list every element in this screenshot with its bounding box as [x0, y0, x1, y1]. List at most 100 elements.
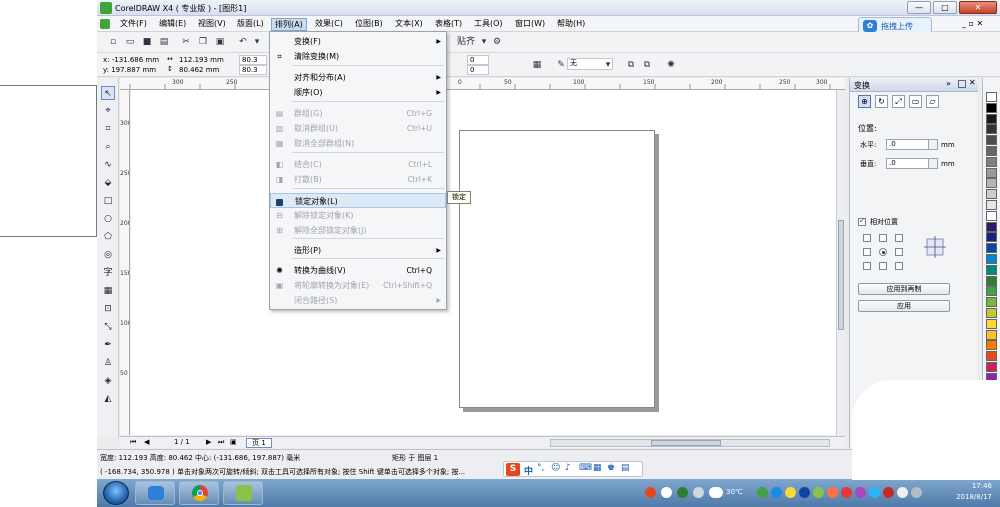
polygon-tool-icon[interactable]: ⬠	[101, 230, 115, 244]
scale-height-field[interactable]: 80.3	[239, 65, 267, 75]
vertical-input[interactable]: .0	[886, 158, 938, 169]
color-swatch[interactable]	[986, 351, 997, 362]
color-swatch[interactable]	[986, 297, 997, 308]
anchor-br[interactable]	[895, 262, 903, 270]
tray-app3-icon[interactable]	[785, 487, 796, 498]
cut-icon[interactable]: ✂	[180, 36, 192, 48]
anchor-mr[interactable]	[895, 248, 903, 256]
page-last-icon[interactable]: ⏭	[218, 438, 224, 447]
color-swatch[interactable]	[986, 189, 997, 200]
fill-tool-icon[interactable]: ◈	[101, 374, 115, 388]
sogou-logo[interactable]: S	[506, 463, 520, 476]
apply-button[interactable]: 应用	[858, 300, 950, 312]
docker-collapse-icon[interactable]: »	[946, 79, 951, 88]
color-swatch[interactable]	[986, 275, 997, 286]
keyboard-icon[interactable]: ⌨	[579, 463, 592, 473]
emoji-icon[interactable]: ☺	[551, 463, 560, 473]
page-first-icon[interactable]: ⏮	[130, 438, 136, 447]
print-icon[interactable]: ▤	[158, 36, 170, 48]
undo-dropdown-icon[interactable]: ▾	[251, 36, 263, 48]
corner-top-field[interactable]: 0	[467, 55, 489, 65]
weather-icon[interactable]	[709, 487, 723, 498]
color-swatch[interactable]	[986, 156, 997, 167]
punctuation-icon[interactable]: °,	[537, 463, 544, 473]
color-swatch[interactable]	[986, 178, 997, 189]
arrange-menu-item-9[interactable]: 锁定对象(L)	[270, 193, 446, 208]
color-swatch[interactable]	[986, 254, 997, 264]
anchor-tl[interactable]	[863, 234, 871, 242]
arrange-menu-item-2[interactable]: 对齐和分布(A) ▶	[270, 70, 446, 85]
scale-width-field[interactable]: 80.3	[239, 55, 267, 65]
menu-edit[interactable]: 编辑(E)	[156, 18, 189, 31]
save-icon[interactable]: ■	[141, 36, 153, 48]
anchor-ml[interactable]	[863, 248, 871, 256]
menu-layout[interactable]: 版面(L)	[234, 18, 267, 31]
rotate-mode-icon[interactable]: ↻	[875, 95, 888, 108]
color-swatch[interactable]	[986, 329, 997, 340]
menu-mdi-controls[interactable]: _ ▫ ✕	[959, 18, 986, 31]
y-position[interactable]: y: 197.887 mm	[103, 66, 156, 74]
anchor-bl[interactable]	[863, 262, 871, 270]
color-swatch[interactable]	[986, 167, 997, 178]
to-back-icon[interactable]: ⧉	[641, 59, 653, 71]
anchor-tc[interactable]	[879, 234, 887, 242]
menu-window[interactable]: 窗口(W)	[512, 18, 548, 31]
object-height[interactable]: 80.462 mm	[179, 66, 219, 74]
page-add-icon[interactable]: ▣	[230, 438, 237, 446]
size-mode-icon[interactable]: ▭	[909, 95, 922, 108]
object-width[interactable]: 112.193 mm	[179, 56, 224, 64]
drawing-canvas[interactable]	[131, 90, 836, 435]
basic-shapes-icon[interactable]: ◎	[101, 248, 115, 262]
color-swatch[interactable]	[986, 340, 997, 351]
tray-net-icon[interactable]	[693, 487, 704, 498]
undo-icon[interactable]: ↶	[237, 36, 249, 48]
table-tool-icon[interactable]: ▦	[101, 284, 115, 298]
interactive-fill-icon[interactable]: ◭	[101, 392, 115, 406]
skin-icon[interactable]: ♚	[607, 463, 615, 473]
outline-dropdown-icon[interactable]: ▾	[602, 59, 614, 71]
page-tab[interactable]: 页 1	[246, 438, 272, 448]
horizontal-scroll-thumb[interactable]	[651, 440, 721, 446]
x-position[interactable]: x: -131.686 mm	[103, 56, 159, 64]
menu-help[interactable]: 帮助(H)	[554, 18, 588, 31]
smart-fill-icon[interactable]: ⬙	[101, 176, 115, 190]
crop-tool-icon[interactable]: ⌗	[101, 122, 115, 136]
snap-dropdown-icon[interactable]: ▾	[478, 36, 490, 48]
connector-tool-icon[interactable]: ⤡	[101, 320, 115, 334]
toolbox-icon[interactable]: ▦	[593, 463, 602, 473]
menu-view[interactable]: 视图(V)	[195, 18, 229, 31]
arrange-menu-item-13[interactable]: ✺ 转换为曲线(V) Ctrl+Q	[270, 263, 446, 278]
menu-text[interactable]: 文本(X)	[392, 18, 426, 31]
maximize-button[interactable]: □	[933, 1, 957, 14]
menu-bitmaps[interactable]: 位图(B)	[352, 18, 386, 31]
tray-app8-icon[interactable]	[855, 487, 866, 498]
menu-arrange[interactable]: 排列(A)	[271, 18, 307, 31]
wrap-text-icon[interactable]: ▦	[531, 59, 543, 71]
eyedropper-icon[interactable]: ✒	[101, 338, 115, 352]
docker-minimize-icon[interactable]	[958, 80, 966, 88]
position-mode-icon[interactable]: ⊕	[858, 95, 871, 108]
text-tool-icon[interactable]: 字	[101, 266, 115, 280]
color-swatch[interactable]	[986, 200, 997, 210]
color-swatch[interactable]	[986, 102, 997, 113]
color-swatch[interactable]	[986, 221, 997, 232]
tray-app4-icon[interactable]	[799, 487, 810, 498]
open-icon[interactable]: ▭	[124, 36, 136, 48]
ellipse-tool-icon[interactable]: ○	[101, 212, 115, 226]
paste-icon[interactable]: ▣	[214, 36, 226, 48]
relative-position-checkbox[interactable]: ✓	[858, 216, 866, 226]
color-swatch[interactable]	[986, 124, 997, 135]
copy-icon[interactable]: ❐	[197, 36, 209, 48]
tray-app9-icon[interactable]	[869, 487, 880, 498]
tray-app2-icon[interactable]	[771, 487, 782, 498]
tray-sogou-icon[interactable]	[645, 487, 656, 498]
menu-file[interactable]: 文件(F)	[117, 18, 150, 31]
vertical-scroll-thumb[interactable]	[838, 220, 844, 330]
color-swatch[interactable]	[986, 146, 997, 156]
drawing-page[interactable]	[459, 130, 655, 408]
minimize-button[interactable]: —	[907, 1, 931, 14]
ime-settings-icon[interactable]: ▤	[621, 463, 630, 473]
tray-app7-icon[interactable]	[841, 487, 852, 498]
taskbar-baidu-cloud[interactable]	[135, 481, 175, 505]
parallel-dimension-icon[interactable]: ⊡	[101, 302, 115, 316]
